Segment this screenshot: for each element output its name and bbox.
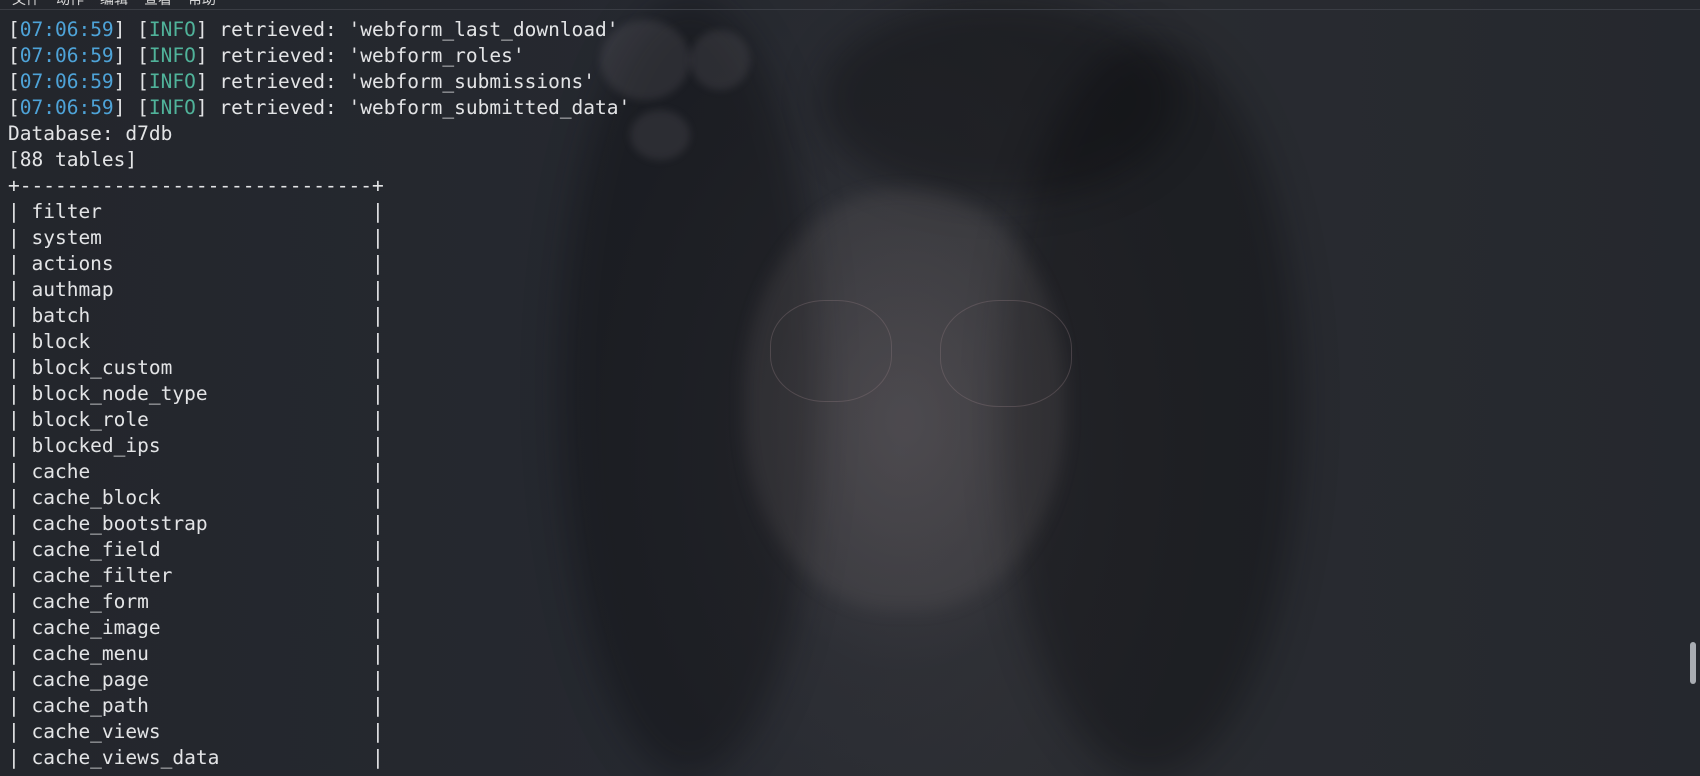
scrollbar-thumb[interactable]	[1690, 642, 1696, 684]
menu-item-2[interactable]: 编辑	[100, 0, 128, 9]
table-name: cache_field	[31, 538, 161, 561]
menu-item-0[interactable]: 文件	[12, 0, 40, 9]
log-line: [07:06:59] [INFO] retrieved: 'webform_su…	[8, 70, 596, 93]
table-row: | cache_path |	[8, 694, 384, 717]
table-name: cache_block	[31, 486, 161, 509]
table-name: cache_page	[31, 668, 149, 691]
menu-item-1[interactable]: 动作	[56, 0, 84, 9]
table-row: | filter |	[8, 200, 384, 223]
table-row: | block |	[8, 330, 384, 353]
menu-item-4[interactable]: 帮助	[188, 0, 216, 9]
log-level: INFO	[148, 18, 196, 41]
table-row: | cache_bootstrap |	[8, 512, 384, 535]
table-row: | cache_page |	[8, 668, 384, 691]
table-row: | cache_form |	[8, 590, 384, 613]
table-name: cache_views	[31, 720, 161, 743]
table-row: | cache_filter |	[8, 564, 384, 587]
table-row: | blocked_ips |	[8, 434, 384, 457]
menu-item-3[interactable]: 查看	[144, 0, 172, 9]
table-name: block_node_type	[31, 382, 208, 405]
log-message: retrieved: 'webform_submissions'	[219, 70, 596, 93]
log-message: retrieved: 'webform_roles'	[219, 44, 525, 67]
log-line: [07:06:59] [INFO] retrieved: 'webform_su…	[8, 96, 631, 119]
table-row: | block_node_type |	[8, 382, 384, 405]
table-name: cache	[31, 460, 91, 483]
table-name: cache_bootstrap	[31, 512, 208, 535]
table-row: | block_custom |	[8, 356, 384, 379]
log-message: retrieved: 'webform_last_download'	[219, 18, 619, 41]
log-line: [07:06:59] [INFO] retrieved: 'webform_la…	[8, 18, 619, 41]
table-row: | cache |	[8, 460, 384, 483]
table-row: | cache_menu |	[8, 642, 384, 665]
log-message: retrieved: 'webform_submitted_data'	[219, 96, 631, 119]
table-border: +------------------------------+	[8, 174, 384, 197]
log-level: INFO	[148, 44, 196, 67]
table-row: | system |	[8, 226, 384, 249]
table-row: | cache_views_data |	[8, 746, 384, 769]
table-name: cache_form	[31, 590, 149, 613]
table-row: | block_role |	[8, 408, 384, 431]
table-name: cache_filter	[31, 564, 173, 587]
table-name: batch	[31, 304, 91, 327]
table-name: authmap	[31, 278, 114, 301]
log-timestamp: 07:06:59	[19, 70, 114, 93]
table-row: | batch |	[8, 304, 384, 327]
log-level: INFO	[148, 96, 196, 119]
scrollbar[interactable]	[1686, 0, 1700, 776]
table-name: block_role	[31, 408, 149, 431]
terminal-output: [07:06:59] [INFO] retrieved: 'webform_la…	[8, 17, 630, 771]
table-name: cache_image	[31, 616, 161, 639]
table-name: block_custom	[31, 356, 173, 379]
log-timestamp: 07:06:59	[19, 96, 114, 119]
table-row: | cache_image |	[8, 616, 384, 639]
table-name: cache_views_data	[31, 746, 220, 769]
table-name: block	[31, 330, 91, 353]
menu-bar: 文件 动作 编辑 查看 帮助	[0, 0, 1700, 10]
log-timestamp: 07:06:59	[19, 44, 114, 67]
table-row: | cache_field |	[8, 538, 384, 561]
table-name: system	[31, 226, 102, 249]
log-level: INFO	[148, 70, 196, 93]
table-name: filter	[31, 200, 102, 223]
database-name: Database: d7db	[8, 122, 173, 145]
table-name: cache_menu	[31, 642, 149, 665]
table-row: | actions |	[8, 252, 384, 275]
table-count: [88 tables]	[8, 148, 138, 171]
table-row: | cache_views |	[8, 720, 384, 743]
table-row: | authmap |	[8, 278, 384, 301]
table-name: cache_path	[31, 694, 149, 717]
table-name: blocked_ips	[31, 434, 161, 457]
table-row: | cache_block |	[8, 486, 384, 509]
log-timestamp: 07:06:59	[19, 18, 114, 41]
table-name: actions	[31, 252, 114, 275]
log-line: [07:06:59] [INFO] retrieved: 'webform_ro…	[8, 44, 525, 67]
